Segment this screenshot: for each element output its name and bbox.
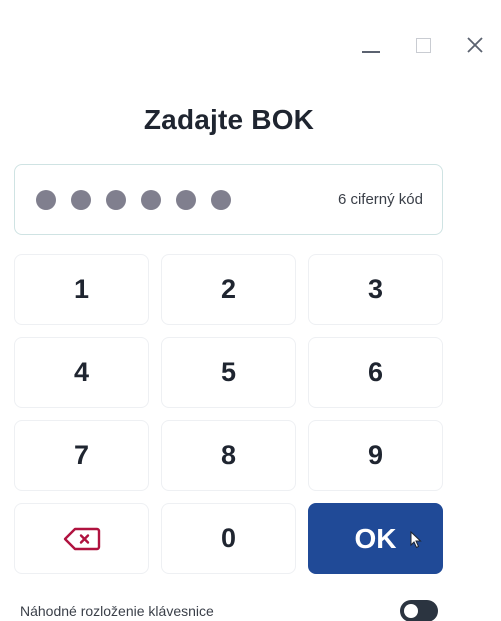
- key-2[interactable]: 2: [161, 254, 296, 325]
- window-controls: [345, 30, 501, 60]
- pin-dots: [36, 189, 338, 210]
- random-layout-row: Náhodné rozloženie klávesnice: [20, 600, 438, 621]
- maximize-icon: [415, 37, 431, 53]
- maximize-button[interactable]: [397, 30, 449, 60]
- minimize-button[interactable]: [345, 30, 397, 60]
- ok-button[interactable]: OK: [308, 503, 443, 574]
- key-9[interactable]: 9: [308, 420, 443, 491]
- backspace-icon: [63, 527, 100, 550]
- pin-dot: [71, 189, 91, 210]
- key-4[interactable]: 4: [14, 337, 149, 408]
- numeric-keypad: 1 2 3 4 5 6 7 8 9 0 OK: [14, 254, 443, 574]
- pin-dot: [36, 189, 56, 210]
- key-7[interactable]: 7: [14, 420, 149, 491]
- random-layout-label: Náhodné rozloženie klávesnice: [20, 603, 214, 619]
- pin-hint: 6 ciferný kód: [337, 191, 423, 208]
- key-5[interactable]: 5: [161, 337, 296, 408]
- close-button[interactable]: [449, 30, 501, 60]
- pin-input-field[interactable]: 6 ciferný kód: [14, 164, 443, 235]
- minimize-icon: [362, 51, 380, 53]
- pin-dot: [211, 189, 231, 210]
- pin-dot: [141, 189, 161, 210]
- key-8[interactable]: 8: [161, 420, 296, 491]
- key-6[interactable]: 6: [308, 337, 443, 408]
- pin-dot: [106, 189, 126, 210]
- ok-label: OK: [354, 522, 397, 554]
- dialog-title: Zadajte BOK: [143, 104, 315, 135]
- key-1[interactable]: 1: [14, 254, 149, 325]
- close-icon: [467, 37, 483, 53]
- mouse-cursor-icon: [410, 531, 422, 549]
- key-0[interactable]: 0: [161, 503, 296, 574]
- pin-dot: [176, 189, 196, 210]
- toggle-knob: [404, 604, 418, 618]
- key-3[interactable]: 3: [308, 254, 443, 325]
- pin-dialog-window: Zadajte BOK 6 ciferný kód 1 2 3 4 5 6 7 …: [0, 0, 501, 621]
- random-layout-toggle[interactable]: [400, 600, 438, 621]
- backspace-button[interactable]: [14, 503, 149, 574]
